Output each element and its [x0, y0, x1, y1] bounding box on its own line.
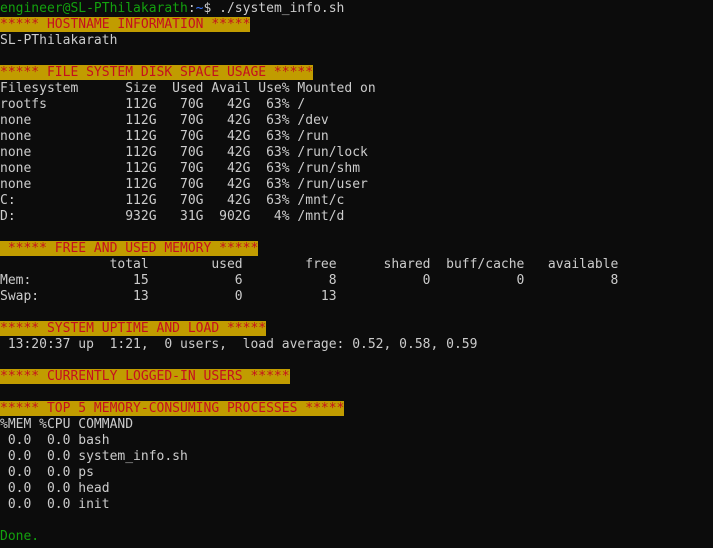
disk-row: none 112G 70G 42G 63% /run [0, 129, 329, 144]
prompt-command: ./system_info.sh [211, 1, 345, 16]
command-prompt-line: engineer@SL-PThilakarath:~$ ./system_inf… [0, 1, 713, 17]
hostname-banner: ***** HOSTNAME INFORMATION ***** [0, 17, 251, 32]
disk-row: rootfs 112G 70G 42G 63% / [0, 97, 306, 112]
processes-banner: ***** TOP 5 MEMORY-CONSUMING PROCESSES *… [0, 401, 345, 416]
processes-header: %MEM %CPU COMMAND [0, 417, 134, 432]
disk-row: none 112G 70G 42G 63% /run/shm [0, 161, 361, 176]
process-row: 0.0 0.0 system_info.sh [0, 449, 188, 464]
disk-row: none 112G 70G 42G 63% /run/lock [0, 145, 368, 160]
disk-row: none 112G 70G 42G 63% /run/user [0, 177, 368, 192]
disk-banner: ***** FILE SYSTEM DISK SPACE USAGE ***** [0, 65, 314, 80]
memory-row: Swap: 13 0 13 [0, 289, 337, 304]
terminal-window[interactable]: engineer@SL-PThilakarath:~$ ./system_inf… [0, 0, 713, 548]
disk-header: Filesystem Size Used Avail Use% Mounted … [0, 81, 376, 96]
disk-row: C: 112G 70G 42G 63% /mnt/c [0, 193, 345, 208]
done-message: Done. [0, 529, 40, 544]
memory-row: Mem: 15 6 8 0 0 8 [0, 273, 619, 288]
users-banner: ***** CURRENTLY LOGGED-IN USERS ***** [0, 369, 290, 384]
memory-header: total used free shared buff/cache availa… [0, 257, 619, 272]
memory-banner: ***** FREE AND USED MEMORY ***** [0, 241, 259, 256]
uptime-banner: ***** SYSTEM UPTIME AND LOAD ***** [0, 321, 267, 336]
process-row: 0.0 0.0 init [0, 497, 110, 512]
prompt-separator: : [187, 1, 196, 16]
disk-row: D: 932G 31G 902G 4% /mnt/d [0, 209, 345, 224]
process-row: 0.0 0.0 bash [0, 433, 110, 448]
prompt-user-host: engineer@SL-PThilakarath [0, 1, 188, 16]
hostname-value: SL-PThilakarath [0, 33, 118, 48]
disk-row: none 112G 70G 42G 63% /dev [0, 113, 329, 128]
process-row: 0.0 0.0 ps [0, 465, 94, 480]
process-row: 0.0 0.0 head [0, 481, 110, 496]
prompt-path: ~ [195, 1, 204, 16]
uptime-value: 13:20:37 up 1:21, 0 users, load average:… [0, 337, 478, 352]
